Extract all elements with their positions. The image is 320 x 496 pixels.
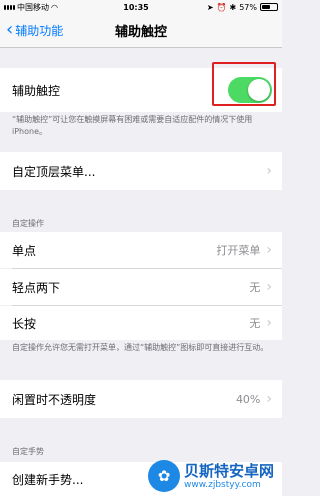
watermark: ✿ 贝斯特安卓网 www.zjbstyy.com (148, 458, 280, 494)
watermark-logo-icon: ✿ (148, 460, 180, 492)
status-bar: 中国移动 ◠ 10:35 ➤ ⏰ ✱ 57% (0, 0, 282, 14)
custom-gestures-header: 自定手势 (12, 447, 44, 456)
back-button[interactable]: ‹ 辅助功能 (0, 18, 90, 40)
status-right: ➤ ⏰ ✱ 57% (178, 3, 278, 12)
action-row-double-tap[interactable]: 轻点两下 无 › (0, 269, 282, 305)
chevron-right-icon: › (266, 315, 272, 331)
chevron-right-icon: › (266, 391, 272, 407)
highlight-annotation (212, 62, 276, 106)
battery-percent: 57% (239, 2, 257, 12)
action-value: 打开菜单 (216, 244, 261, 257)
custom-menu-row[interactable]: 自定顶层菜单... › (0, 152, 282, 190)
action-value: 无 (249, 281, 261, 294)
action-row-long-press[interactable]: 长按 无 › (0, 306, 282, 340)
idle-opacity-label: 闲置时不透明度 (12, 392, 97, 407)
watermark-text: 贝斯特安卓网 www.zjbstyy.com (184, 462, 274, 490)
wifi-icon: ◠ (51, 2, 58, 12)
assistive-touch-label: 辅助触控 (12, 83, 61, 98)
chevron-right-icon: › (266, 242, 272, 258)
carrier-label: 中国移动 (17, 2, 49, 12)
watermark-title: 贝斯特安卓网 (184, 462, 275, 480)
bluetooth-icon: ✱ (229, 2, 237, 12)
action-row-single-tap[interactable]: 单点 打开菜单 › (0, 232, 282, 268)
chevron-right-icon: › (266, 279, 272, 295)
idle-opacity-row[interactable]: 闲置时不透明度 40% › (0, 380, 282, 418)
navigation-bar: ‹ 辅助功能 辅助触控 (0, 14, 282, 48)
battery-icon (260, 3, 278, 11)
watermark-url: www.zjbstyy.com (184, 480, 261, 490)
status-left: 中国移动 ◠ (4, 2, 94, 13)
action-label: 单点 (12, 243, 37, 258)
assistive-touch-description: “辅助触控”可让您在触摸屏幕有困难或需要自适应配件的情况下使用 iPhone。 (12, 115, 253, 136)
chevron-right-icon: › (266, 163, 272, 179)
status-time: 10:35 (123, 2, 149, 12)
custom-actions-header: 自定操作 (12, 219, 44, 228)
custom-actions-footer: 自定操作允许您无需打开菜单，通过“辅助触控”图标即可直接进行互动。 (12, 343, 269, 352)
signal-icon (4, 4, 15, 10)
custom-menu-label: 自定顶层菜单... (12, 164, 96, 179)
chevron-left-icon: ‹ (6, 18, 14, 40)
idle-opacity-value: 40% (235, 392, 261, 406)
alarm-icon: ⏰ (216, 2, 227, 12)
action-label: 长按 (12, 316, 37, 331)
action-value: 无 (249, 317, 261, 330)
action-label: 轻点两下 (12, 280, 61, 295)
location-icon: ➤ (206, 2, 214, 12)
back-label: 辅助功能 (15, 24, 64, 38)
